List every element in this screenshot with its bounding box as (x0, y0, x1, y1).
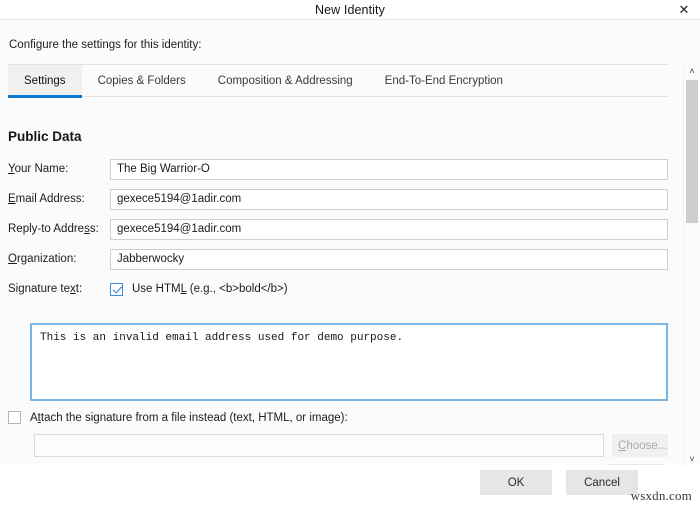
label-signature-text-post: t: (75, 283, 83, 295)
label-organization-text: rganization: (16, 253, 77, 265)
row-attach-signature: Attach the signature from a file instead… (8, 411, 348, 424)
close-icon[interactable]: ✕ (674, 1, 694, 18)
label-your-name-mnemonic: Y (8, 163, 15, 175)
attach-signature-label-post: tach the signature from a file instead (… (40, 411, 348, 424)
ok-button[interactable]: OK (480, 470, 552, 495)
choose-file-button-label: hoose... (626, 439, 668, 452)
dialog-footer: OK Cancel wsxdn.com (0, 465, 700, 505)
label-organization: Organization: (8, 253, 110, 265)
use-html-label: Use HTML (e.g., <b>bold</b>) (132, 283, 288, 295)
use-html-label-post: (e.g., <b>bold</b>) (186, 283, 288, 295)
signature-file-input[interactable] (34, 434, 604, 457)
label-organization-mnemonic: O (8, 253, 17, 265)
tab-copies-folders[interactable]: Copies & Folders (82, 65, 202, 97)
watermark: wsxdn.com (630, 488, 692, 503)
scroll-up-arrow-icon[interactable]: ˄ (684, 64, 700, 78)
choose-file-button[interactable]: Choose... (612, 434, 668, 457)
reply-to-address-input[interactable] (110, 218, 668, 240)
attach-signature-label-pre: A (30, 411, 38, 424)
tab-copies-folders-label: Copies & Folders (97, 75, 186, 87)
row-signature-file: Choose... (34, 434, 668, 457)
label-reply-to-address-post: s: (89, 223, 99, 235)
tab-list: Settings Copies & Folders Composition & … (8, 65, 519, 98)
label-signature-text-pre: Signature te (8, 283, 71, 295)
tab-settings-label: Settings (24, 75, 66, 87)
use-html-label-pre: Use HTM (132, 283, 181, 295)
row-signature-text: Signature text: Use HTML (e.g., <b>bold<… (8, 278, 668, 300)
tab-end-to-end-encryption[interactable]: End-To-End Encryption (369, 65, 519, 97)
label-email-address: Email Address: (8, 193, 110, 205)
row-your-name: Your Name: (8, 158, 668, 180)
dialog-body: Configure the settings for this identity… (0, 19, 700, 466)
attach-signature-checkbox[interactable] (8, 411, 21, 424)
window-title: New Identity (315, 2, 385, 17)
label-reply-to-address-pre: Reply-to Addre (8, 223, 85, 235)
vertical-scrollbar[interactable]: ˄ ˅ (683, 64, 700, 466)
row-organization: Organization: (8, 248, 668, 270)
tab-composition-addressing-label: Composition & Addressing (217, 75, 353, 87)
label-email-address-text: mail Address: (15, 193, 85, 205)
intro-text: Configure the settings for this identity… (9, 39, 202, 51)
title-bar: New Identity (0, 0, 700, 19)
label-signature-text: Signature text: (8, 283, 110, 295)
label-your-name-text: our Name: (14, 163, 69, 175)
scroll-down-arrow-icon[interactable]: ˅ (684, 452, 700, 466)
row-email-address: Email Address: (8, 188, 668, 210)
email-address-input[interactable] (110, 188, 668, 210)
section-title-public-data: Public Data (8, 129, 82, 144)
label-email-address-mnemonic: E (8, 193, 16, 205)
your-name-input[interactable] (110, 158, 668, 180)
organization-input[interactable] (110, 248, 668, 270)
row-reply-to-address: Reply-to Address: (8, 218, 668, 240)
tab-end-to-end-encryption-label: End-To-End Encryption (384, 75, 503, 87)
cancel-button[interactable]: Cancel (566, 470, 638, 495)
label-reply-to-address: Reply-to Address: (8, 223, 110, 235)
tab-composition-addressing[interactable]: Composition & Addressing (202, 65, 369, 97)
tab-settings[interactable]: Settings (8, 65, 82, 98)
signature-textarea[interactable]: This is an invalid email address used fo… (30, 323, 668, 401)
attach-signature-label: Attach the signature from a file instead… (30, 412, 348, 424)
label-your-name: Your Name: (8, 163, 110, 175)
scrollbar-thumb[interactable] (686, 80, 698, 223)
use-html-checkbox[interactable] (110, 282, 123, 296)
